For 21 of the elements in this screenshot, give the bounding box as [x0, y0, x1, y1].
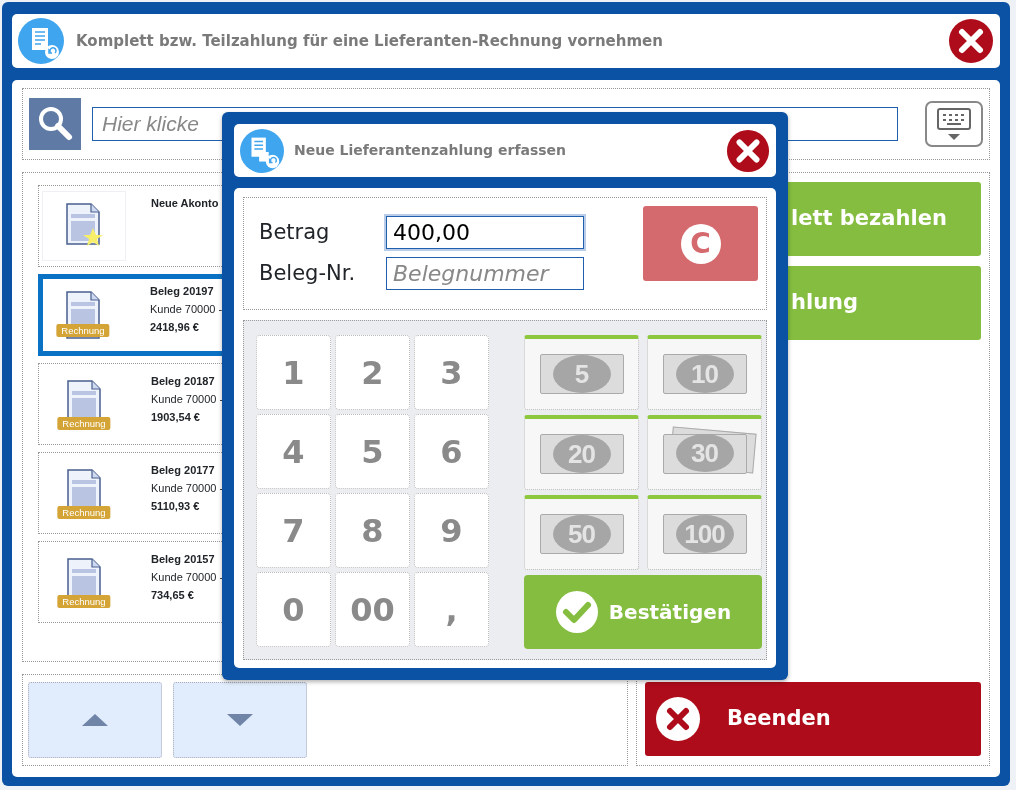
document-title: Neue Akonto [151, 196, 219, 211]
customer-text: Kunde 70000 - [151, 392, 224, 407]
customer-text: Kunde 70000 - [151, 570, 224, 585]
amount-text: 5110,93 € [151, 499, 201, 514]
amount-text: 734,65 € [151, 588, 195, 603]
amount-text: 1903,54 € [151, 410, 201, 425]
customer-text: Kunde 70000 - [151, 481, 224, 496]
dialog-title: Neue Lieferantenzahlung erfassen [294, 141, 568, 160]
document-title: Beleg 20157 [151, 552, 216, 567]
document-type-tag: Rechnung [57, 595, 111, 608]
document-type-tag: Rechnung [56, 324, 110, 337]
document-title: Beleg 20197 [150, 284, 215, 299]
customer-text: Kunde 70000 - [150, 302, 223, 317]
window-title: Komplett bzw. Teilzahlung für eine Lieferanten-Rechnung vornehmen [76, 30, 664, 52]
document-title: Beleg 20187 [151, 374, 216, 389]
field-label: Betrag [259, 219, 331, 246]
field-label: Beleg-Nr. [259, 260, 357, 287]
document-type-tag: Rechnung [57, 417, 111, 430]
document-title: Beleg 20177 [151, 463, 216, 478]
document-type-tag: Rechnung [57, 506, 111, 519]
amount-text: 2418,96 € [150, 320, 200, 335]
